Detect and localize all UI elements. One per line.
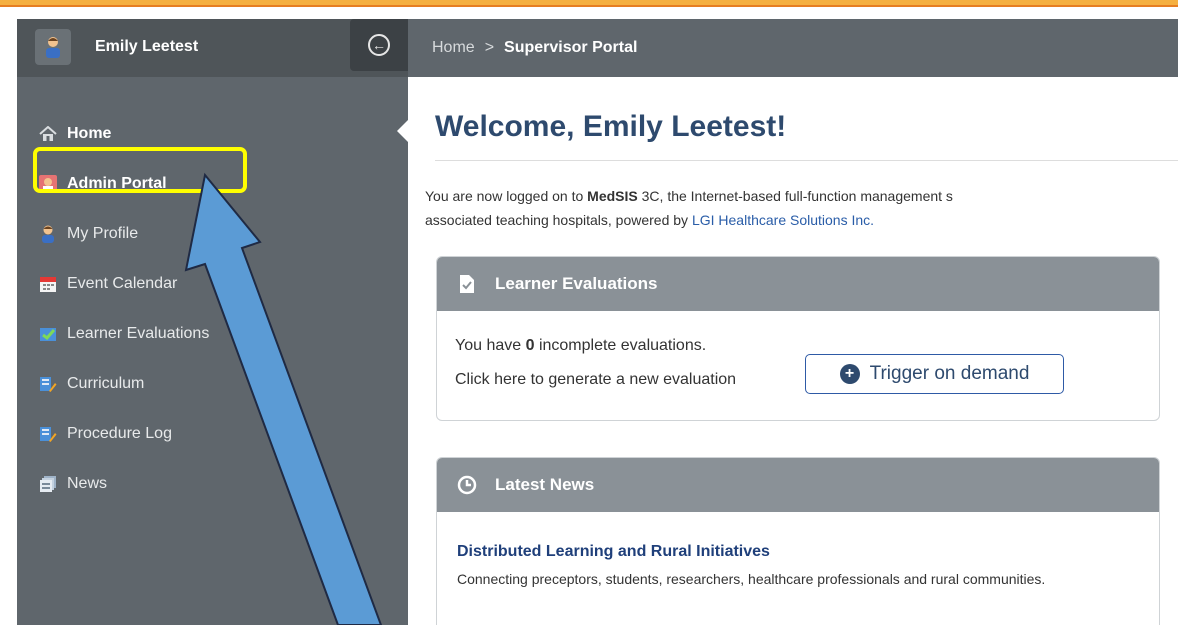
latest-news-panel: Latest News Distributed Learning and Rur… [436,457,1160,625]
active-item-caret [397,120,408,142]
breadcrumb-current: Supervisor Portal [504,39,638,56]
sidebar-item-learner-evaluations[interactable]: Learner Evaluations [17,309,408,359]
evaluation-icon [39,325,57,343]
plus-circle-icon: + [839,364,860,384]
news-item-title-link[interactable]: Distributed Learning and Rural Initiativ… [457,543,770,561]
latest-news-header: Latest News [437,458,1159,512]
intro-before: You are now logged on to [425,188,588,204]
title-divider [435,160,1178,161]
incomplete-count: 0 [525,337,535,354]
sidebar-item-label: Procedure Log [67,425,172,442]
eval-text-before: You have [455,337,526,354]
learner-evaluations-heading: Learner Evaluations [495,274,658,293]
user-avatar-icon[interactable] [35,29,71,65]
sidebar-item-label: My Profile [67,225,139,242]
trigger-button-label: Trigger on demand [869,363,1030,384]
lgi-healthcare-link[interactable]: LGI Healthcare Solutions Inc. [692,212,874,228]
user-name[interactable]: Emily Leetest [95,38,198,56]
news-icon [39,475,57,493]
sidebar: Emily Leetest ← Home Admin Portal My Pro… [17,19,408,625]
eval-text-after: incomplete evaluations. [534,337,707,354]
clock-icon [457,475,477,495]
learner-evaluations-panel: Learner Evaluations You have 0 incomplet… [436,256,1160,421]
intro-mid: 3C, the Internet-based full-function man… [637,188,953,204]
sidebar-item-my-profile[interactable]: My Profile [17,209,408,259]
breadcrumb: Home > Supervisor Portal [408,19,1178,77]
breadcrumb-home-link[interactable]: Home [432,39,475,57]
curriculum-icon [39,375,57,393]
sidebar-item-procedure-log[interactable]: Procedure Log [17,409,408,459]
collapse-sidebar-button[interactable]: ← [350,19,408,71]
profile-icon [39,225,57,243]
breadcrumb-separator: > [484,39,495,56]
news-item-description: Connecting preceptors, students, researc… [457,571,1046,587]
sidebar-item-label: Learner Evaluations [67,325,210,342]
page-title: Welcome, Emily Leetest! [435,110,787,143]
sidebar-item-curriculum[interactable]: Curriculum [17,359,408,409]
sidebar-item-label: Event Calendar [67,275,178,292]
back-arrow-icon: ← [368,34,390,56]
intro-line2: associated teaching hospitals, powered b… [425,212,692,228]
generate-evaluation-text: Click here to generate a new evaluation [455,371,737,388]
sidebar-item-news[interactable]: News [17,459,408,509]
learner-evaluations-header: Learner Evaluations [437,257,1159,311]
document-check-icon [457,274,477,294]
top-accent-bar [0,0,1178,7]
annotation-highlight-box [33,147,247,193]
calendar-icon [39,275,57,293]
trigger-on-demand-button[interactable]: + Trigger on demand [805,354,1064,394]
incomplete-evaluations-text: You have 0 incomplete evaluations. [455,337,706,355]
main-content: Welcome, Emily Leetest! You are now logg… [408,77,1178,625]
intro-text: You are now logged on to MedSIS 3C, the … [425,184,1178,232]
home-icon [39,125,57,143]
sidebar-item-label: Curriculum [67,375,145,392]
sidebar-item-label: Home [67,125,112,142]
latest-news-heading: Latest News [495,475,595,494]
sidebar-item-label: News [67,475,108,492]
user-bar: Emily Leetest ← [17,19,408,77]
procedure-log-icon [39,425,57,443]
intro-brand: MedSIS [587,188,638,204]
sidebar-item-event-calendar[interactable]: Event Calendar [17,259,408,309]
